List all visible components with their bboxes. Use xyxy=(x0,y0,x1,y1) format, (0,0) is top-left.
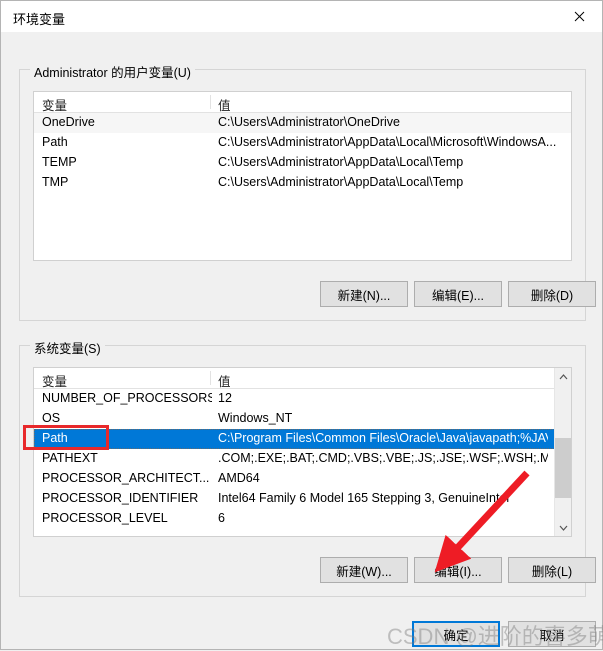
system-col-header-variable[interactable]: 变量 xyxy=(42,371,67,390)
table-row[interactable]: TMP C:\Users\Administrator\AppData\Local… xyxy=(34,173,571,193)
user-var-name: Path xyxy=(42,135,68,149)
user-var-value: C:\Users\Administrator\AppData\Local\Tem… xyxy=(218,175,464,189)
table-row[interactable]: PATHEXT .COM;.EXE;.BAT;.CMD;.VBS;.VBE;.J… xyxy=(34,449,571,469)
window-title: 环境变量 xyxy=(13,12,66,27)
system-variables-label: 系统变量(S) xyxy=(30,338,105,357)
system-new-button[interactable]: 新建(W)... xyxy=(320,557,408,583)
table-row[interactable]: OS Windows_NT xyxy=(34,409,571,429)
user-var-value: C:\Users\Administrator\OneDrive xyxy=(218,115,400,129)
system-list-header: 变量 值 xyxy=(34,368,571,389)
system-var-name: PROCESSOR_ARCHITECT... xyxy=(42,471,210,485)
table-row-selected[interactable]: Path C:\Program Files\Common Files\Oracl… xyxy=(34,429,571,449)
system-col-divider[interactable] xyxy=(210,371,211,385)
system-edit-button[interactable]: 编辑(I)... xyxy=(414,557,502,583)
system-col-header-value[interactable]: 值 xyxy=(218,371,231,390)
close-button[interactable] xyxy=(556,1,602,32)
system-var-value: Windows_NT xyxy=(218,411,293,425)
user-new-button[interactable]: 新建(N)... xyxy=(320,281,408,307)
system-variables-list[interactable]: 变量 值 NUMBER_OF_PROCESSORS 12 OS Windows_… xyxy=(33,367,572,537)
user-list-header: 变量 值 xyxy=(34,92,571,113)
scrollbar-thumb[interactable] xyxy=(555,438,571,498)
system-var-name: OS xyxy=(42,411,61,425)
table-row[interactable]: Path C:\Users\Administrator\AppData\Loca… xyxy=(34,133,571,153)
table-row[interactable]: PROCESSOR_IDENTIFIER Intel64 Family 6 Mo… xyxy=(34,489,571,509)
user-col-divider[interactable] xyxy=(210,95,211,109)
user-var-value: C:\Users\Administrator\AppData\Local\Tem… xyxy=(218,155,464,169)
title-bar: 环境变量 xyxy=(1,1,602,32)
system-var-value: 6 xyxy=(218,511,225,525)
system-var-value: 12 xyxy=(218,391,232,405)
system-var-value: AMD64 xyxy=(218,471,260,485)
system-var-value: .COM;.EXE;.BAT;.CMD;.VBS;.VBE;.JS;.JSE;.… xyxy=(218,451,548,465)
table-row[interactable]: OneDrive C:\Users\Administrator\OneDrive xyxy=(34,113,571,133)
table-row[interactable]: PROCESSOR_ARCHITECT... AMD64 xyxy=(34,469,571,489)
ok-button[interactable]: 确定 xyxy=(412,621,500,647)
user-var-name: TEMP xyxy=(42,155,77,169)
close-icon xyxy=(574,11,585,22)
user-list-body: OneDrive C:\Users\Administrator\OneDrive… xyxy=(34,113,571,193)
user-var-name: OneDrive xyxy=(42,115,95,129)
system-var-value: C:\Program Files\Common Files\Oracle\Jav… xyxy=(218,431,548,445)
user-edit-button[interactable]: 编辑(E)... xyxy=(414,281,502,307)
system-var-name: PROCESSOR_LEVEL xyxy=(42,511,168,525)
table-row[interactable]: NUMBER_OF_PROCESSORS 12 xyxy=(34,389,571,409)
user-col-header-value[interactable]: 值 xyxy=(218,95,231,114)
user-variables-label: Administrator 的用户变量(U) xyxy=(30,62,195,81)
system-var-value: Intel64 Family 6 Model 165 Stepping 3, G… xyxy=(218,491,510,505)
cancel-button[interactable]: 取消 xyxy=(508,621,596,647)
table-row[interactable]: TEMP C:\Users\Administrator\AppData\Loca… xyxy=(34,153,571,173)
system-list-body: NUMBER_OF_PROCESSORS 12 OS Windows_NT Pa… xyxy=(34,389,571,529)
chevron-down-icon[interactable] xyxy=(555,519,571,536)
user-delete-button[interactable]: 删除(D) xyxy=(508,281,596,307)
chevron-up-icon[interactable] xyxy=(555,368,571,385)
system-var-name: Path xyxy=(42,431,68,445)
user-var-value: C:\Users\Administrator\AppData\Local\Mic… xyxy=(218,135,557,149)
system-delete-button[interactable]: 删除(L) xyxy=(508,557,596,583)
user-var-name: TMP xyxy=(42,175,69,189)
environment-variables-dialog: 环境变量 Administrator 的用户变量(U) 变量 值 OneDriv… xyxy=(0,0,603,650)
system-var-name: PROCESSOR_IDENTIFIER xyxy=(42,491,199,505)
table-row[interactable]: PROCESSOR_LEVEL 6 xyxy=(34,509,571,529)
system-list-scrollbar[interactable] xyxy=(554,368,571,536)
user-col-header-variable[interactable]: 变量 xyxy=(42,95,67,114)
system-var-name: NUMBER_OF_PROCESSORS xyxy=(42,391,212,405)
user-variables-list[interactable]: 变量 值 OneDrive C:\Users\Administrator\One… xyxy=(33,91,572,261)
system-var-name: PATHEXT xyxy=(42,451,98,465)
